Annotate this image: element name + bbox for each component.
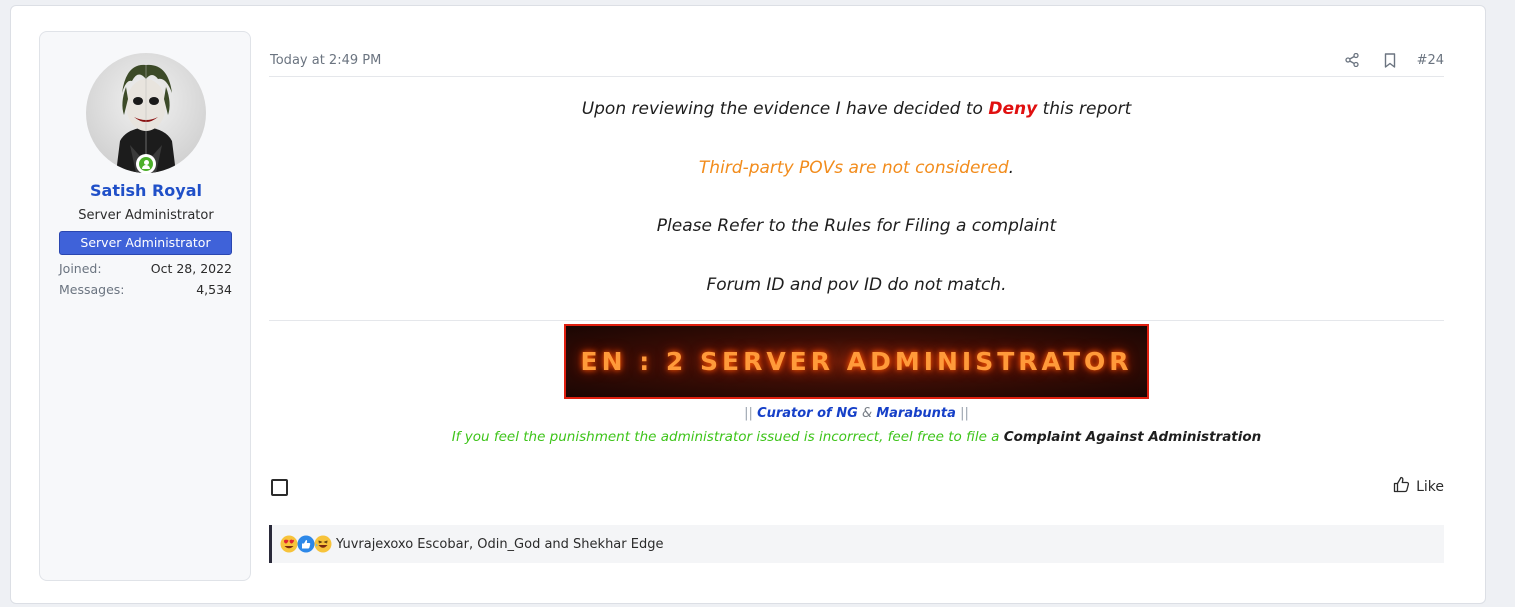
message-line-1: Upon reviewing the evidence I have decid… (269, 99, 1444, 119)
user-panel: Satish Royal Server Administrator Server… (39, 31, 251, 581)
reactions-users[interactable]: Yuvrajexoxo Escobar, Odin_God and Shekha… (336, 537, 663, 552)
laugh-icon (314, 535, 332, 553)
signature-banner-image: EN : 2 SERVER ADMINISTRATOR (564, 324, 1149, 399)
heart-eyes-icon (280, 535, 298, 553)
select-post-checkbox[interactable] (271, 479, 288, 496)
like-button[interactable]: Like (1393, 476, 1444, 497)
thumbs-up-icon (1393, 476, 1410, 497)
post-timestamp[interactable]: Today at 2:49 PM (270, 53, 381, 68)
user-title: Server Administrator (78, 208, 214, 223)
post-header-actions: #24 (1329, 51, 1444, 69)
post-main: Today at 2:49 PM #24 Upon reviewing the … (269, 6, 1444, 605)
ampersand-text: & (861, 406, 873, 421)
third-party-text: Third-party POVs are not considered (698, 158, 1009, 178)
message-text: this report (1037, 99, 1132, 119)
user-banner: Server Administrator (59, 231, 232, 255)
like-label: Like (1416, 478, 1444, 495)
reaction-icons (280, 535, 332, 553)
pipe-separator: || (960, 406, 969, 421)
signature-roles: || Curator of NG & Marabunta || (269, 406, 1444, 421)
stat-value: Oct 28, 2022 (150, 261, 232, 276)
stat-label: Messages: (59, 282, 125, 297)
signature-divider (269, 320, 1444, 321)
marabunta-text: Marabunta (876, 406, 956, 421)
pipe-separator: || (744, 406, 753, 421)
deny-text: Deny (988, 99, 1038, 119)
message-line-4: Forum ID and pov ID do not match. (706, 275, 1007, 295)
stat-joined: Joined: Oct 28, 2022 (59, 261, 232, 276)
bookmark-icon[interactable] (1381, 51, 1399, 69)
stat-messages: Messages: 4,534 (59, 282, 232, 297)
forum-post: Satish Royal Server Administrator Server… (10, 5, 1486, 604)
complaint-link[interactable]: Complaint Against Administration (1004, 429, 1262, 445)
online-status-icon (136, 154, 156, 174)
header-divider (269, 76, 1444, 77)
curator-text: Curator of NG (757, 406, 858, 421)
signature-notice: If you feel the punishment the administr… (269, 429, 1444, 445)
post-number[interactable]: #24 (1417, 53, 1444, 68)
notice-text: If you feel the punishment the administr… (451, 429, 1004, 445)
reactions-bar[interactable]: Yuvrajexoxo Escobar, Odin_God and Shekha… (269, 525, 1444, 563)
message-text: . (1008, 158, 1015, 178)
like-reaction-icon (297, 535, 315, 553)
stat-value[interactable]: 4,534 (196, 282, 232, 297)
signature-banner-text: EN : 2 SERVER ADMINISTRATOR (580, 347, 1133, 376)
message-text: Upon reviewing the evidence I have decid… (581, 99, 989, 119)
share-icon[interactable] (1343, 51, 1361, 69)
message-line-3: Please Refer to the Rules for Filing a c… (656, 216, 1057, 236)
stat-label: Joined: (59, 261, 102, 276)
message-line-2: Third-party POVs are not considered. (269, 158, 1444, 178)
username[interactable]: Satish Royal (40, 181, 252, 200)
